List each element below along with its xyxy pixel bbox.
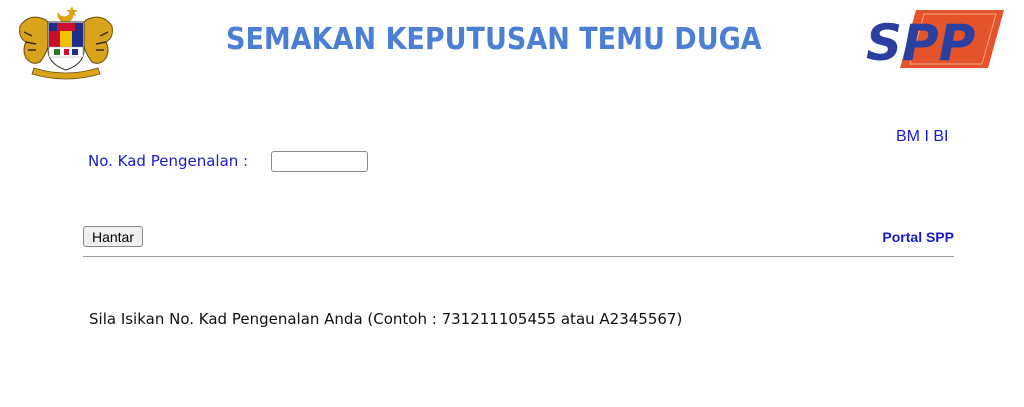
instruction-text: Sila Isikan No. Kad Pengenalan Anda (Con… bbox=[89, 310, 683, 328]
spp-logo-icon: SPP bbox=[866, 10, 1004, 68]
coat-of-arms-icon bbox=[19, 6, 113, 80]
language-bm-link[interactable]: BM bbox=[896, 128, 920, 145]
divider bbox=[83, 256, 954, 257]
page-title: SEMAKAN KEPUTUSAN TEMU DUGA bbox=[226, 22, 762, 57]
spp-logo-text: SPP bbox=[866, 14, 975, 68]
ic-number-label: No. Kad Pengenalan : bbox=[88, 152, 249, 170]
language-separator: I bbox=[924, 128, 929, 145]
language-switcher: BM I BI bbox=[896, 128, 948, 146]
language-bi-link[interactable]: BI bbox=[933, 128, 948, 145]
submit-button[interactable]: Hantar bbox=[83, 226, 143, 247]
ic-number-input[interactable] bbox=[271, 151, 368, 172]
portal-spp-link[interactable]: Portal SPP bbox=[882, 229, 954, 245]
